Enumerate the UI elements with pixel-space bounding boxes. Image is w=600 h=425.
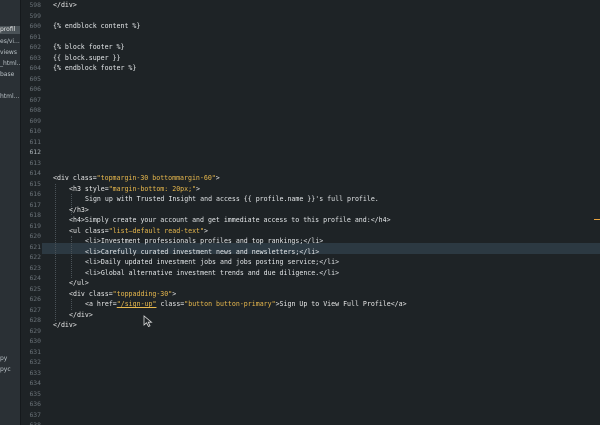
code-line-600: {% endblock content %} (53, 22, 141, 30)
line-number: 631 (29, 347, 41, 356)
line-number: 605 (29, 74, 41, 83)
code-line-598: </div> (53, 1, 77, 9)
line-number: 636 (29, 400, 41, 408)
code-editor[interactable]: </div> {% endblock content %} {% block f… (42, 0, 600, 425)
line-number: 606 (29, 85, 41, 93)
line-number: 627 (29, 305, 41, 314)
line-number: 607 (29, 95, 41, 104)
line-number: 623 (29, 263, 41, 272)
line-number: 612 (29, 148, 41, 156)
line-number: 619 (29, 221, 41, 230)
line-number: 611 (29, 137, 41, 146)
sidebar-item-py[interactable]: py (0, 355, 7, 363)
line-number: 621 (29, 242, 41, 251)
code-line-620: <li>Investment professionals profiles an… (85, 237, 324, 245)
sidebar-item-html-1[interactable]: _html... (0, 60, 20, 68)
code-line-617: </h3> (69, 205, 89, 214)
line-number: 613 (29, 158, 41, 167)
line-number: 629 (29, 326, 41, 335)
line-number: 622 (29, 253, 41, 261)
sidebar-item-profile[interactable]: profil (0, 26, 20, 34)
line-number: 603 (29, 53, 41, 62)
code-line-622: <li>Daily updated investment jobs and jo… (85, 258, 340, 266)
sidebar-item-pyc[interactable]: pyc (0, 366, 11, 374)
sidebar-item-views-path[interactable]: es/vi... (0, 38, 20, 46)
line-number: 615 (29, 179, 41, 188)
line-number: 620 (29, 232, 41, 240)
indent-guide (71, 236, 72, 278)
line-number: 614 (29, 169, 41, 177)
code-line-603: {{ block.super }} (53, 53, 121, 62)
line-number: 618 (29, 211, 41, 219)
line-number: 608 (29, 106, 41, 114)
line-number: 604 (29, 64, 41, 72)
code-line-625: <div class="toppadding-30"> (69, 289, 177, 298)
line-number: 617 (29, 200, 41, 209)
line-number: 638 (29, 421, 41, 425)
code-line-621: <li>Carefully curated investment news an… (85, 247, 320, 256)
line-number: 635 (29, 389, 41, 398)
line-number: 625 (29, 284, 41, 293)
sidebar-item-views[interactable]: views (0, 49, 17, 57)
file-sidebar: profil es/vi... views _html... base html… (0, 0, 21, 425)
line-number: 600 (29, 22, 41, 30)
line-number: 626 (29, 295, 41, 303)
line-number-gutter: 598 599 600 601 602 603 604 605 606 607 608 609 610 6… (21, 0, 41, 425)
code-line-616: Sign up with Trusted Insight and access … (85, 195, 379, 203)
indent-guide (55, 184, 56, 321)
sidebar-item-base[interactable]: base (0, 71, 14, 79)
line-number: 616 (29, 190, 41, 198)
code-line-615: <h3 style="margin-bottom: 20px;"> (69, 184, 201, 193)
code-line-602: {% block footer %} (53, 43, 125, 51)
line-number: 601 (29, 32, 41, 41)
line-number: 633 (29, 368, 41, 377)
code-line-618: <h4>Simply create your account and get i… (69, 216, 391, 224)
code-line-624: </ul> (69, 279, 89, 287)
line-number: 624 (29, 274, 41, 282)
line-number: 609 (29, 116, 41, 125)
line-number: 630 (29, 337, 41, 345)
sidebar-item-html-2[interactable]: html... (0, 93, 19, 101)
code-line-604: {% endblock footer %} (53, 64, 137, 72)
code-line-627: </div> (69, 310, 93, 319)
indent-guide (71, 299, 72, 310)
line-number: 598 (29, 1, 41, 9)
code-line-623: <li>Global alternative investment trends… (85, 268, 340, 277)
line-number: 634 (29, 379, 41, 387)
code-line-626: <a href="/sign-up" class="button button-… (85, 300, 407, 308)
line-number: 637 (29, 410, 41, 419)
line-number: 610 (29, 127, 41, 135)
line-number: 632 (29, 358, 41, 366)
line-number: 599 (29, 11, 41, 20)
mouse-pointer-icon (143, 312, 153, 328)
line-number: 628 (29, 316, 41, 324)
scroll-marker (594, 219, 600, 220)
code-line-619: <ul class="list—default read-text"> (69, 226, 208, 235)
code-line-628: </div> (53, 321, 77, 329)
code-line-614: <div class="topmargin-30 bottommargin-60… (53, 174, 220, 182)
line-number: 602 (29, 43, 41, 51)
